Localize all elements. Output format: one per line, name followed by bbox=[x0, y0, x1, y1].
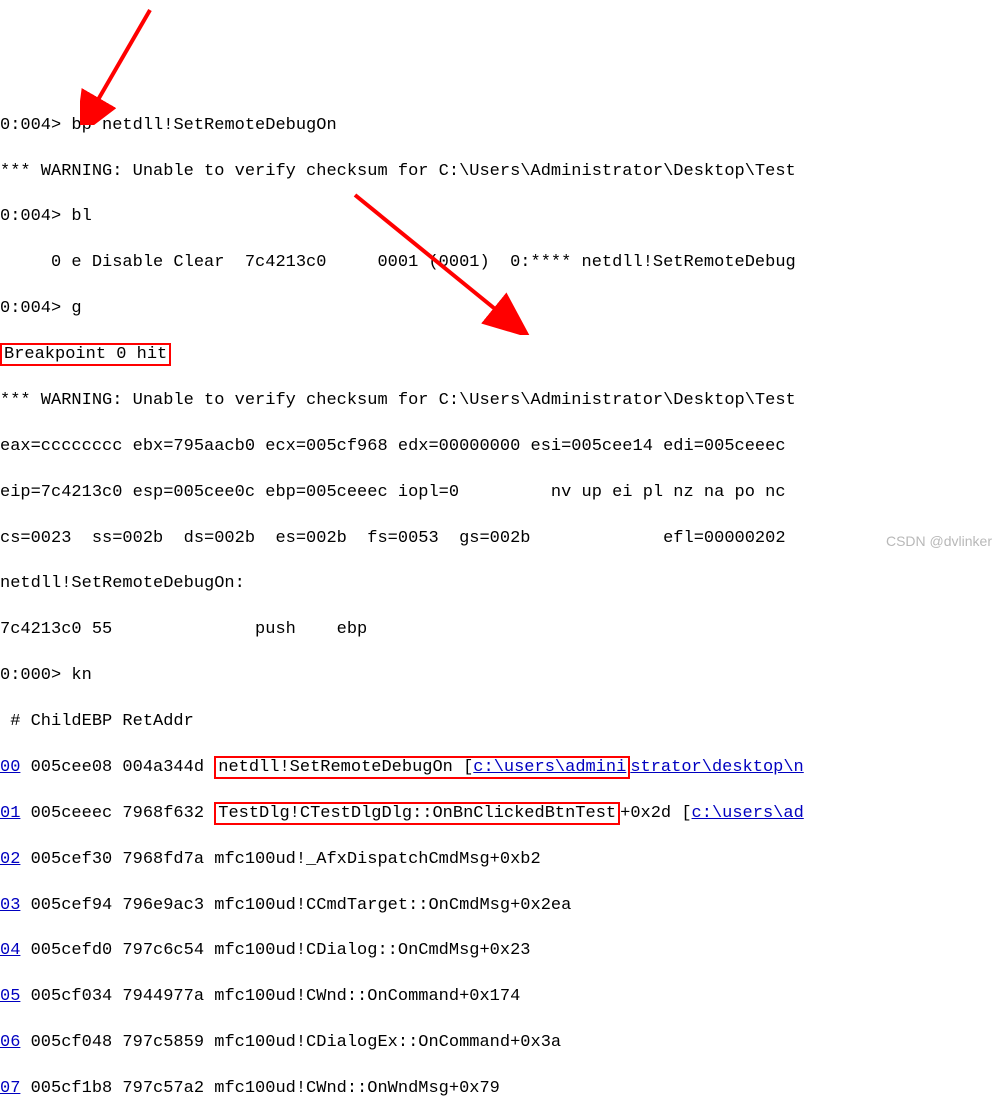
frame-00-sym: netdll!SetRemoteDebugOn bbox=[218, 758, 463, 777]
frame-link-05[interactable]: 05 bbox=[0, 987, 20, 1006]
source-link-00b[interactable]: strator\desktop\n bbox=[630, 758, 803, 777]
frame-03-rest: 005cef94 796e9ac3 mfc100ud!CCmdTarget::O… bbox=[20, 896, 571, 915]
command-text: bp netdll!SetRemoteDebugOn bbox=[71, 116, 336, 135]
frame-04-rest: 005cefd0 797c6c54 mfc100ud!CDialog::OnCm… bbox=[20, 941, 530, 960]
disasm: 7c4213c0 55 push ebp bbox=[0, 619, 1006, 642]
frame-06-rest: 005cf048 797c5859 mfc100ud!CDialogEx::On… bbox=[20, 1033, 561, 1052]
stack-frame-04: 04 005cefd0 797c6c54 mfc100ud!CDialog::O… bbox=[0, 940, 1006, 963]
stack-frame-00: 00 005cee08 004a344d netdll!SetRemoteDeb… bbox=[0, 757, 1006, 780]
warning-2: *** WARNING: Unable to verify checksum f… bbox=[0, 390, 1006, 413]
bl-output: 0 e Disable Clear 7c4213c0 0001 (0001) 0… bbox=[0, 252, 1006, 275]
highlight-box-top: netdll!SetRemoteDebugOn [c:\users\admini bbox=[214, 756, 630, 779]
breakpoint-hit: Breakpoint 0 hit bbox=[0, 344, 1006, 367]
frame-00-bracket: [ bbox=[463, 758, 473, 777]
frame-01-tail: +0x2d [ bbox=[620, 804, 691, 823]
frame-link-04[interactable]: 04 bbox=[0, 941, 20, 960]
frame-link-02[interactable]: 02 bbox=[0, 850, 20, 869]
frame-link-01[interactable]: 01 bbox=[0, 804, 20, 823]
cmd-g: 0:004> g bbox=[0, 298, 1006, 321]
stack-frame-03: 03 005cef94 796e9ac3 mfc100ud!CCmdTarget… bbox=[0, 895, 1006, 918]
prompt: 0:004> bbox=[0, 299, 71, 318]
frame-05-rest: 005cf034 7944977a mfc100ud!CWnd::OnComma… bbox=[20, 987, 520, 1006]
highlight-box-bottom: TestDlg!CTestDlgDlg::OnBnClickedBtnTest bbox=[214, 802, 620, 825]
stack-frame-06: 06 005cf048 797c5859 mfc100ud!CDialogEx:… bbox=[0, 1032, 1006, 1055]
stack-frame-02: 02 005cef30 7968fd7a mfc100ud!_AfxDispat… bbox=[0, 849, 1006, 872]
frame-01-sym: TestDlg!CTestDlgDlg::OnBnClickedBtnTest bbox=[218, 804, 616, 823]
stack-frame-01: 01 005ceeec 7968f632 TestDlg!CTestDlgDlg… bbox=[0, 803, 1006, 826]
cmd-kn: 0:000> kn bbox=[0, 665, 1006, 688]
registers-1: eax=cccccccc ebx=795aacb0 ecx=005cf968 e… bbox=[0, 436, 1006, 459]
warning-1: *** WARNING: Unable to verify checksum f… bbox=[0, 161, 1006, 184]
source-link-01[interactable]: c:\users\ad bbox=[692, 804, 804, 823]
frame-00-addr: 005cee08 004a344d bbox=[20, 758, 214, 777]
frame-01-addr: 005ceeec 7968f632 bbox=[20, 804, 214, 823]
frame-link-07[interactable]: 07 bbox=[0, 1079, 20, 1098]
prompt: 0:000> bbox=[0, 666, 71, 685]
stack-frame-05: 05 005cf034 7944977a mfc100ud!CWnd::OnCo… bbox=[0, 986, 1006, 1009]
watermark: CSDN @dvlinker bbox=[886, 532, 992, 551]
frame-link-06[interactable]: 06 bbox=[0, 1033, 20, 1052]
frame-07-rest: 005cf1b8 797c57a2 mfc100ud!CWnd::OnWndMs… bbox=[20, 1079, 499, 1098]
symbol-name: netdll!SetRemoteDebugOn: bbox=[0, 573, 1006, 596]
registers-3: cs=0023 ss=002b ds=002b es=002b fs=0053 … bbox=[0, 528, 1006, 551]
frame-link-03[interactable]: 03 bbox=[0, 896, 20, 915]
breakpoint-hit-box: Breakpoint 0 hit bbox=[0, 343, 171, 366]
command-text: bl bbox=[71, 207, 91, 226]
source-link-00a[interactable]: c:\users\admini bbox=[473, 758, 626, 777]
prompt: 0:004> bbox=[0, 207, 71, 226]
cmd-bl: 0:004> bl bbox=[0, 206, 1006, 229]
command-text: kn bbox=[71, 666, 91, 685]
frame-02-rest: 005cef30 7968fd7a mfc100ud!_AfxDispatchC… bbox=[20, 850, 540, 869]
debugger-output: 0:004> bp netdll!SetRemoteDebugOn *** WA… bbox=[0, 92, 1006, 1110]
registers-2: eip=7c4213c0 esp=005cee0c ebp=005ceeec i… bbox=[0, 482, 1006, 505]
stack-header: # ChildEBP RetAddr bbox=[0, 711, 1006, 734]
prompt: 0:004> bbox=[0, 116, 71, 135]
cmd-bp: 0:004> bp netdll!SetRemoteDebugOn bbox=[0, 115, 1006, 138]
stack-frame-07: 07 005cf1b8 797c57a2 mfc100ud!CWnd::OnWn… bbox=[0, 1078, 1006, 1101]
frame-link-00[interactable]: 00 bbox=[0, 758, 20, 777]
command-text: g bbox=[71, 299, 81, 318]
